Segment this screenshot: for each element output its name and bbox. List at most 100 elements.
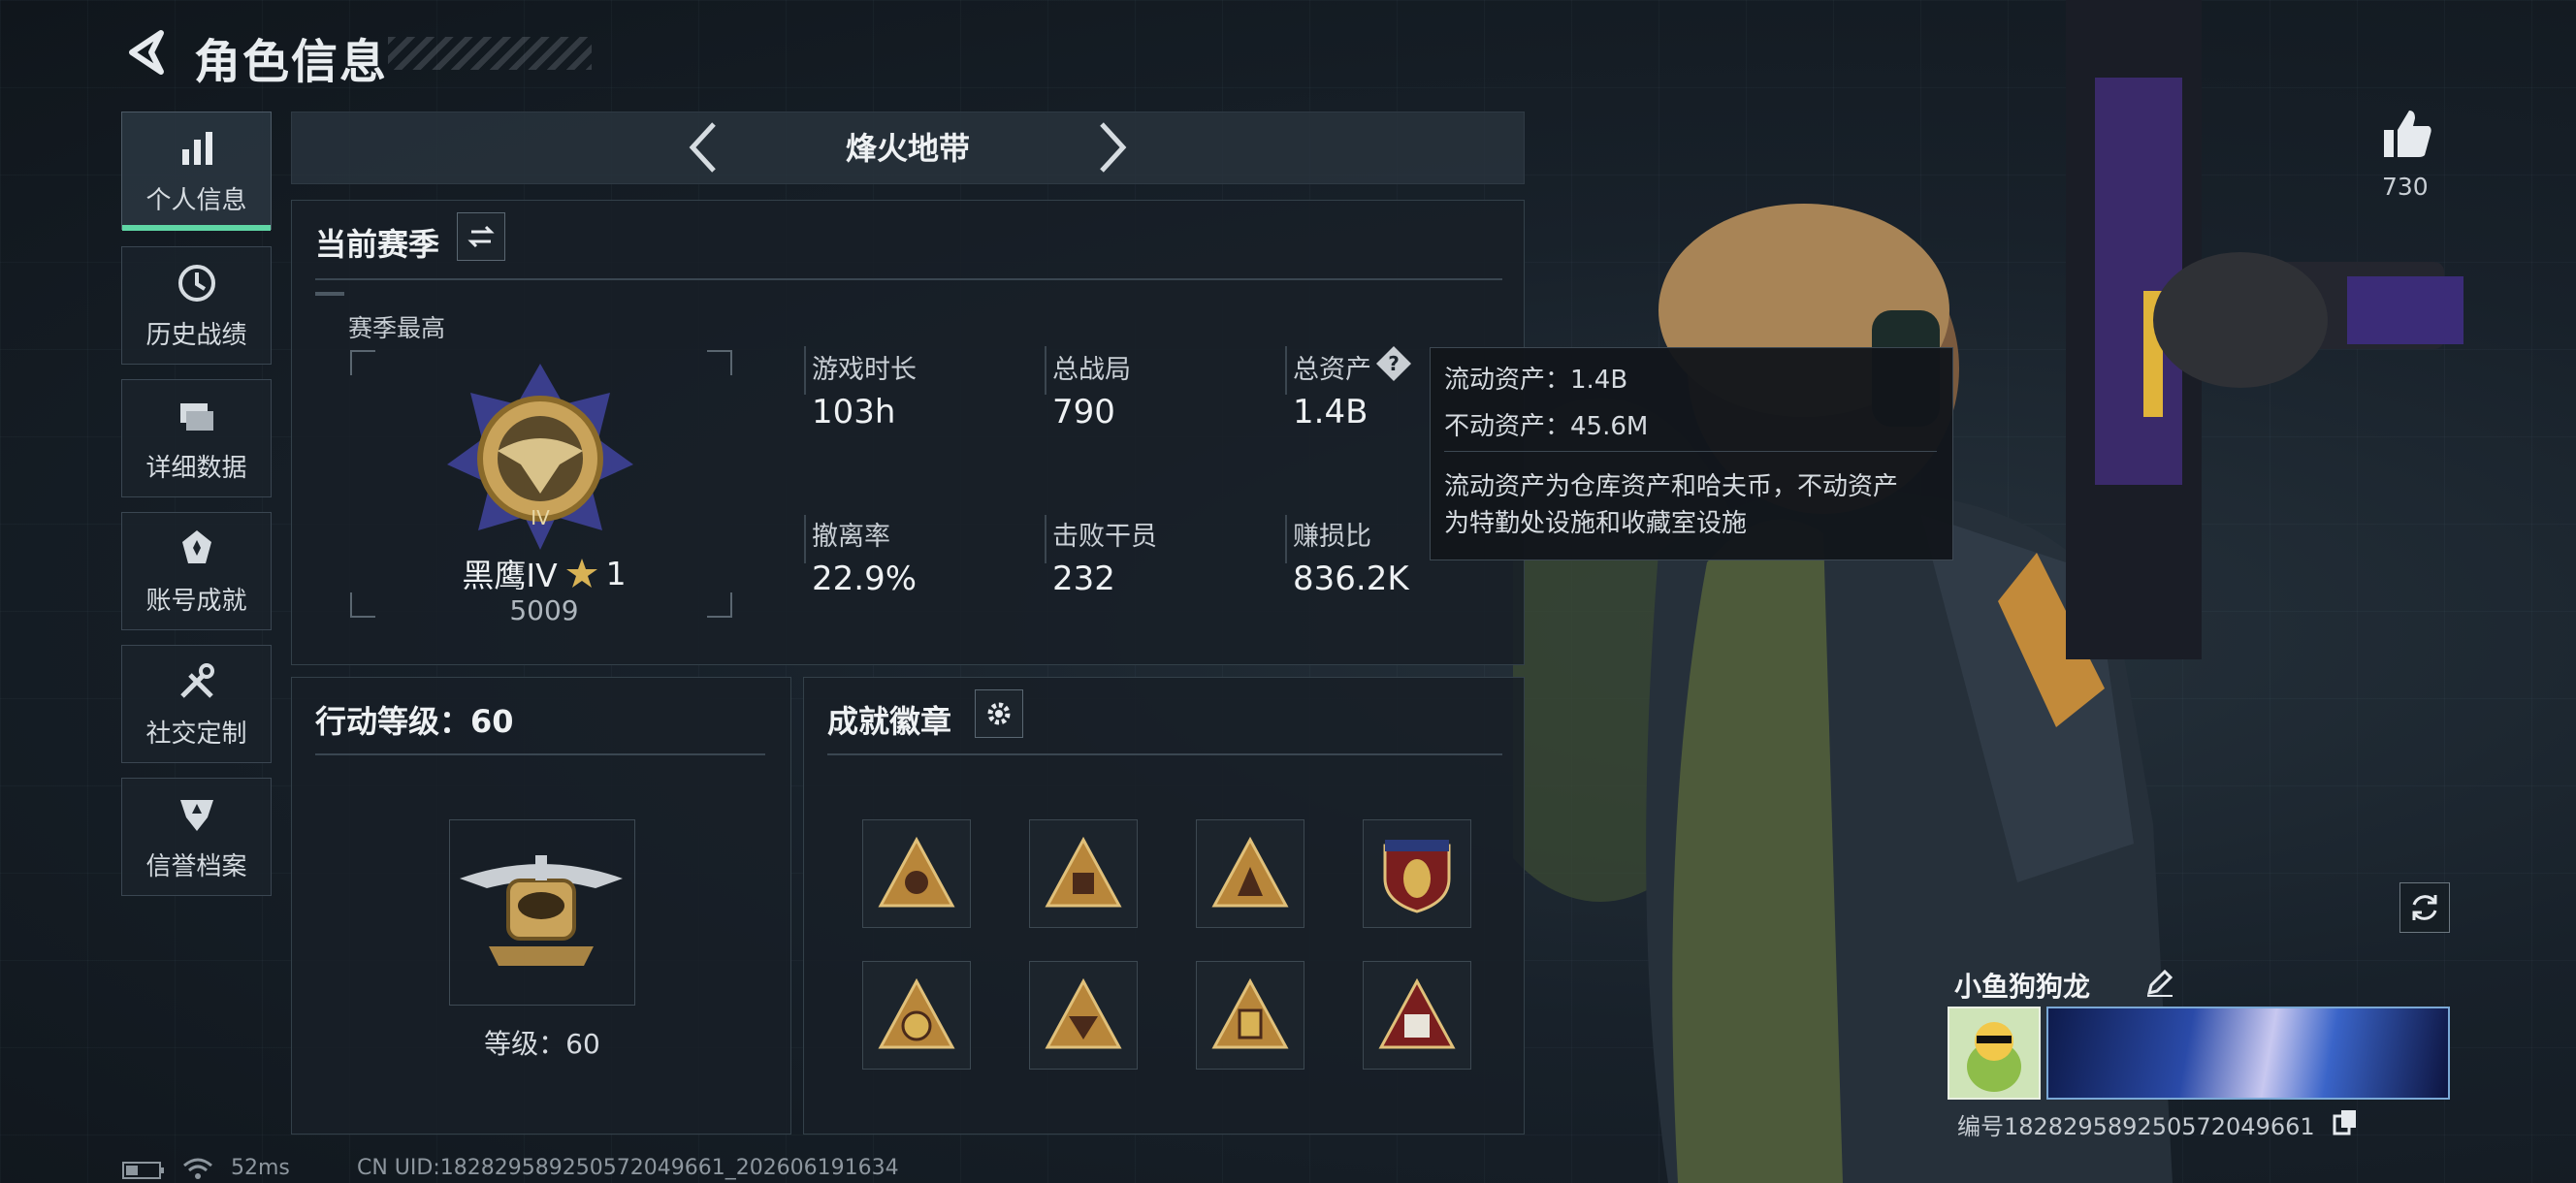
copy-icon[interactable]: [2333, 1108, 2358, 1135]
stat-separator: [1045, 515, 1046, 563]
rank-name-row: 黑鹰IV 1: [437, 550, 651, 596]
star-icon: [565, 559, 597, 588]
achievement-badges-panel: 成就徽章: [803, 677, 1525, 1135]
divider-accent: [315, 292, 344, 296]
nav-label: 个人信息: [145, 185, 247, 215]
stat-separator: [1285, 346, 1287, 395]
level-emblem-frame: [449, 819, 635, 1006]
nav-reputation[interactable]: 信誉档案: [121, 778, 272, 896]
triangle-badge-icon: [1045, 836, 1122, 908]
tooltip-divider: [1444, 451, 1937, 452]
gear-icon: [987, 702, 1011, 725]
season-best-label: 赛季最高: [348, 314, 446, 342]
uid-line: CN UID:18282958925057204966​1_2026061916…: [357, 1156, 899, 1180]
stat-label-extract-rate: 撤离率: [812, 522, 890, 552]
bar-chart-icon: [181, 131, 212, 165]
badge-slot[interactable]: [1196, 819, 1304, 928]
rank-emblem-numeral: IV: [531, 506, 550, 529]
rank-emblem-icon: IV: [447, 364, 633, 550]
season-switch-button[interactable]: [457, 212, 505, 261]
stat-value-kills: 232: [1052, 560, 1115, 598]
avatar[interactable]: [1948, 1007, 2041, 1100]
rank-name: 黑鹰IV: [462, 557, 558, 594]
level-divider: [315, 753, 765, 755]
badge-slot[interactable]: [1363, 961, 1471, 1070]
player-name: 小鱼狗狗龙: [1954, 971, 2091, 1003]
stat-label-profit-ratio: 赚损比: [1293, 522, 1371, 552]
level-text: 等级：60: [484, 1028, 600, 1060]
back-arrow-icon[interactable]: [122, 27, 173, 78]
stat-separator: [1285, 515, 1287, 563]
season-title: 当前赛季: [315, 226, 440, 263]
stat-value-playtime: 103h: [812, 393, 896, 432]
title-decoration: [388, 37, 592, 70]
like-count: 730: [2382, 173, 2429, 201]
action-level-panel: 行动等级：60 等级：60: [291, 677, 791, 1135]
tooltip-fixed-assets: 不动资产：45.6M: [1444, 412, 1649, 441]
ping-value: 52ms: [231, 1156, 290, 1180]
chevron-right-icon[interactable]: [1088, 116, 1137, 178]
frame-corner: [707, 592, 732, 618]
current-season-panel: 当前赛季 赛季最高 IV 黑鹰IV 1 5009 游戏时长 103h 总战局 7…: [291, 200, 1525, 665]
chevron-left-icon[interactable]: [679, 116, 727, 178]
nav-label: 账号成就: [145, 586, 247, 616]
folder-stack-icon: [179, 402, 213, 431]
tooltip-desc-line2: 为特勤处设施和收藏室设施: [1444, 509, 1748, 538]
thumbs-up-icon[interactable]: [2378, 105, 2436, 163]
clock-history-icon: [177, 264, 215, 302]
badge-slot[interactable]: [1363, 819, 1471, 928]
nav-label: 信誉档案: [145, 851, 247, 881]
help-question-icon[interactable]: ?: [1374, 344, 1413, 383]
tools-customize-icon: [179, 662, 214, 698]
stat-value-total-matches: 790: [1052, 393, 1115, 432]
shield-badge-icon: [1383, 840, 1451, 913]
badges-title: 成就徽章: [827, 703, 952, 740]
wifi-icon: [183, 1158, 212, 1179]
triangle-badge-icon: [878, 977, 955, 1049]
helicopter-emblem-icon: [460, 855, 623, 966]
stat-value-profit-ratio: 836.2K: [1293, 560, 1409, 598]
nav-label: 社交定制: [145, 719, 247, 749]
triangle-badge-icon: [1378, 977, 1456, 1049]
frame-corner: [707, 350, 732, 375]
reputation-shield-icon: [179, 799, 213, 831]
refresh-icon: [2412, 895, 2437, 920]
player-banner[interactable]: [2046, 1007, 2450, 1100]
nav-history[interactable]: 历史战绩: [121, 246, 272, 365]
frame-corner: [350, 350, 375, 375]
nav-personal-info[interactable]: 个人信息: [121, 112, 272, 231]
assets-tooltip: 流动资产：1.4B 不动资产：45.6M 流动资产为仓库资产和哈夫币，不动资产 …: [1430, 347, 1953, 560]
stat-separator: [804, 515, 806, 563]
badge-slot[interactable]: [1196, 961, 1304, 1070]
stat-label-total-matches: 总战局: [1052, 355, 1131, 385]
rank-stars: 1: [605, 554, 627, 592]
action-level-title: 行动等级：60: [315, 703, 514, 740]
rank-score: 5009: [509, 594, 579, 626]
avatar-image: [1967, 1022, 2021, 1092]
badge-slot[interactable]: [1029, 961, 1138, 1070]
badges-divider: [827, 753, 1502, 755]
refresh-button[interactable]: [2399, 882, 2450, 933]
page-title: 角色信息: [194, 35, 389, 89]
weapon-model: [2066, 0, 2463, 659]
badge-settings-button[interactable]: [975, 689, 1023, 738]
stat-label-kills: 击败干员: [1052, 522, 1157, 552]
svg-text:?: ?: [1388, 352, 1400, 375]
stat-label-playtime: 游戏时长: [812, 355, 917, 385]
player-id: 编号1828295892505720496​61: [1957, 1113, 2315, 1140]
nav-detail-data[interactable]: 详细数据: [121, 379, 272, 497]
season-divider: [315, 278, 1502, 280]
mode-title: 烽火地带: [846, 130, 971, 167]
stat-value-total-assets: 1.4B: [1293, 393, 1368, 432]
tooltip-desc-line1: 流动资产为仓库资产和哈夫币，不动资产: [1444, 472, 1899, 501]
nav-label: 详细数据: [145, 453, 247, 483]
nav-social-customize[interactable]: 社交定制: [121, 645, 272, 763]
badge-slot[interactable]: [1029, 819, 1138, 928]
stat-separator: [804, 346, 806, 395]
frame-corner: [350, 592, 375, 618]
nav-achievements[interactable]: 账号成就: [121, 512, 272, 630]
badge-slot[interactable]: [862, 961, 971, 1070]
badge-slot[interactable]: [862, 819, 971, 928]
edit-pencil-icon[interactable]: [2143, 966, 2176, 999]
stat-label-total-assets: 总资产: [1293, 355, 1371, 385]
